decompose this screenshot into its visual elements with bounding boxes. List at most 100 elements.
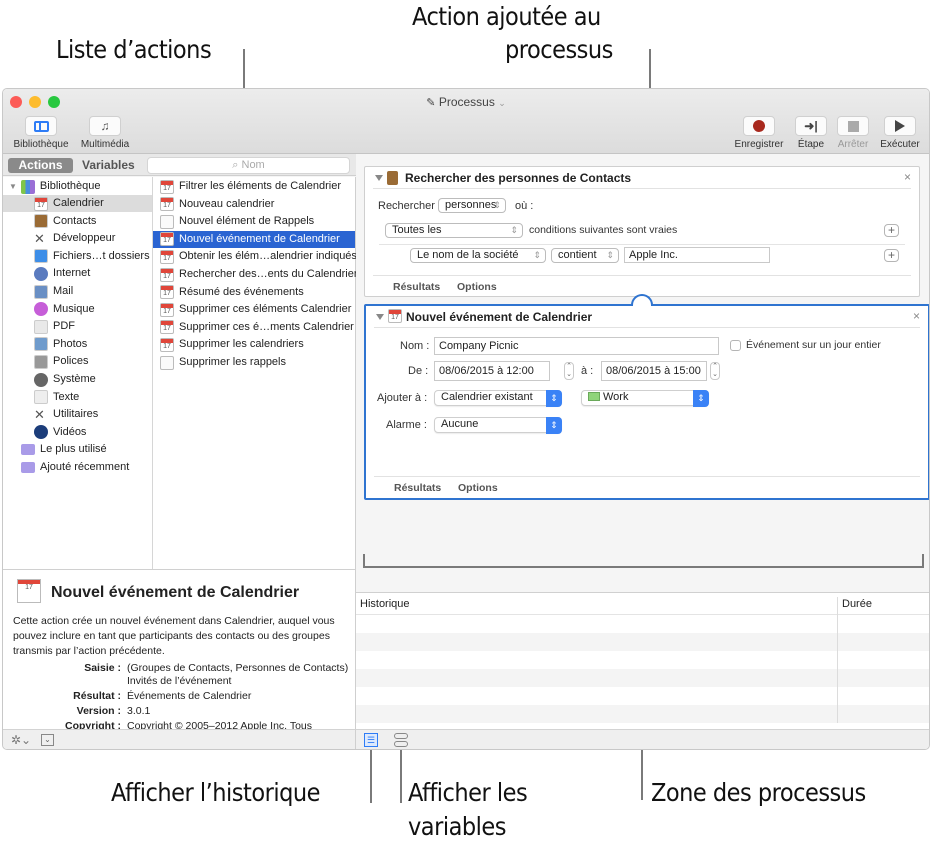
sidebar-item-texte[interactable]: Texte: [3, 389, 152, 406]
sidebar-item-internet[interactable]: Internet: [3, 265, 152, 282]
add-criteria-button[interactable]: +: [884, 249, 899, 262]
criteria-input[interactable]: Apple Inc.: [624, 247, 770, 263]
from-date-input[interactable]: 08/06/2015 à 12:00: [434, 361, 550, 381]
calendar-popup[interactable]: Work ⇕: [581, 390, 709, 407]
updown-icon: ⇕: [510, 225, 518, 235]
close-icon[interactable]: ×: [904, 170, 911, 184]
media-icon: ♫: [100, 119, 110, 133]
utilities-icon: ✕: [34, 406, 45, 422]
gear-icon[interactable]: ✲⌄: [11, 733, 31, 747]
tab-actions[interactable]: Actions: [8, 158, 73, 173]
photos-icon: [34, 337, 48, 352]
name-input[interactable]: Company Picnic: [434, 337, 719, 355]
calendar-icon: [160, 179, 174, 194]
callout-added-action-2: processus: [505, 35, 613, 64]
sidebar-item-polices[interactable]: Polices: [3, 353, 152, 370]
action-list-item[interactable]: Supprimer ces é…ments Calendrier: [153, 319, 355, 336]
search-type-popup[interactable]: personnes ⇕: [438, 198, 506, 213]
action-list-item[interactable]: Supprimer les rappels: [153, 354, 355, 371]
tab-options[interactable]: Options: [457, 281, 497, 293]
show-variables-button[interactable]: [394, 733, 408, 747]
log-header: Historique Durée: [356, 593, 929, 615]
collapse-triangle-icon[interactable]: [376, 314, 384, 320]
log-row: [356, 651, 929, 669]
window-title[interactable]: ✎ Processus ⌄: [3, 95, 929, 109]
action-card-find-contacts[interactable]: Rechercher des personnes de Contacts × R…: [364, 166, 920, 297]
action-list-item[interactable]: Nouvel élément de Rappels: [153, 213, 355, 230]
action-list-item[interactable]: Rechercher des…ents du Calendrier: [153, 266, 358, 283]
calendar-icon: [160, 232, 174, 247]
text-icon: [34, 390, 48, 405]
system-icon: [34, 372, 48, 387]
callout-line-show-variables: [400, 748, 402, 803]
add-condition-button[interactable]: +: [884, 224, 899, 237]
allday-checkbox[interactable]: [730, 340, 741, 351]
sidebar-item-vidéos[interactable]: Vidéos: [3, 424, 152, 441]
sidebar-item-fichiers-t-dossiers[interactable]: Fichiers…t dossiers: [3, 248, 152, 265]
calendar-icon: [160, 302, 174, 317]
record-button[interactable]: Enregistrer: [731, 116, 787, 150]
updown-icon: ⇕: [493, 200, 501, 210]
developer-icon: ✕: [34, 230, 45, 246]
action-list-item[interactable]: Supprimer les calendriers: [153, 336, 355, 353]
action-list-item[interactable]: Supprimer ces éléments Calendrier: [153, 301, 355, 318]
updown-icon: ⇕: [606, 250, 614, 260]
operator-popup[interactable]: contient ⇕: [551, 248, 619, 263]
sidebar-item-musique[interactable]: Musique: [3, 301, 152, 318]
tab-results[interactable]: Résultats: [393, 281, 440, 293]
media-button[interactable]: ♫ Multimédia: [75, 116, 135, 150]
log-row: [356, 633, 929, 651]
add-to-popup[interactable]: Calendrier existant ⇕: [434, 390, 562, 407]
action-list-item[interactable]: Nouveau calendrier: [153, 196, 355, 213]
search-label: Rechercher: [378, 200, 435, 212]
description-toggle-icon[interactable]: ⌄: [41, 734, 54, 746]
to-date-input[interactable]: 08/06/2015 à 15:00: [601, 361, 707, 381]
to-date-stepper[interactable]: ⌃ ⌄: [710, 362, 720, 380]
disclosure-triangle-icon[interactable]: ▼: [9, 178, 17, 195]
from-date-stepper[interactable]: ⌃ ⌄: [564, 362, 574, 380]
contacts-icon: [34, 214, 48, 229]
sidebar-item-photos[interactable]: Photos: [3, 336, 152, 353]
library-button[interactable]: Bibliothèque: [9, 116, 73, 150]
search-input[interactable]: ⌕ Nom: [147, 157, 350, 174]
step-button[interactable]: ➜| Étape: [793, 116, 829, 150]
sidebar-item-pdf[interactable]: PDF: [3, 318, 152, 335]
tab-options[interactable]: Options: [458, 482, 498, 494]
action-list-item[interactable]: Obtenir les élém…alendrier indiqués: [153, 248, 357, 265]
alarm-popup[interactable]: Aucune ⇕: [434, 417, 562, 434]
from-label: De :: [408, 365, 429, 377]
stop-button[interactable]: Arrêter: [833, 116, 873, 150]
sidebar-item-développeur[interactable]: ✕ Développeur: [3, 230, 152, 247]
tab-variables[interactable]: Variables: [82, 158, 135, 173]
calendar-icon: [160, 337, 174, 352]
sidebar-item-système[interactable]: Système: [3, 371, 152, 388]
workflow-footer: ☰: [356, 729, 929, 749]
close-icon[interactable]: ×: [913, 309, 920, 323]
sidebar-item-utilitaires[interactable]: ✕ Utilitaires: [3, 406, 152, 423]
match-popup[interactable]: Toutes les ⇕: [385, 223, 523, 238]
column-history[interactable]: Historique: [360, 593, 410, 615]
field-popup[interactable]: Le nom de la société ⇕: [410, 248, 546, 263]
music-icon: [34, 302, 48, 317]
log-pane: Historique Durée: [356, 592, 929, 729]
smart-folder-item[interactable]: Ajouté récemment: [3, 459, 152, 476]
callout-bracket-workflow-area: [363, 554, 924, 568]
run-button[interactable]: Exécuter: [876, 116, 924, 150]
column-separator[interactable]: [837, 597, 838, 723]
sidebar-item-contacts[interactable]: Contacts: [3, 213, 152, 230]
smart-folder-item[interactable]: Le plus utilisé: [3, 441, 152, 458]
tab-results[interactable]: Résultats: [394, 482, 441, 494]
column-duration[interactable]: Durée: [842, 593, 872, 615]
action-list-item[interactable]: Résumé des événements: [153, 284, 355, 301]
show-log-button[interactable]: ☰: [364, 733, 378, 747]
sidebar-item-calendrier[interactable]: Calendrier: [3, 195, 152, 212]
sidebar-item-mail[interactable]: Mail: [3, 283, 152, 300]
finder-icon: [34, 249, 48, 264]
action-list-item[interactable]: Filtrer les éléments de Calendrier: [153, 178, 355, 195]
alarm-label: Alarme :: [386, 419, 427, 431]
collapse-triangle-icon[interactable]: [375, 175, 383, 181]
action-list-item[interactable]: Nouvel événement de Calendrier: [153, 230, 355, 248]
action-card-new-event[interactable]: Nouvel événement de Calendrier × Nom : C…: [364, 304, 929, 500]
chevron-down-icon: ⌄: [498, 98, 506, 108]
library-root[interactable]: ▼ Bibliothèque: [3, 178, 153, 195]
